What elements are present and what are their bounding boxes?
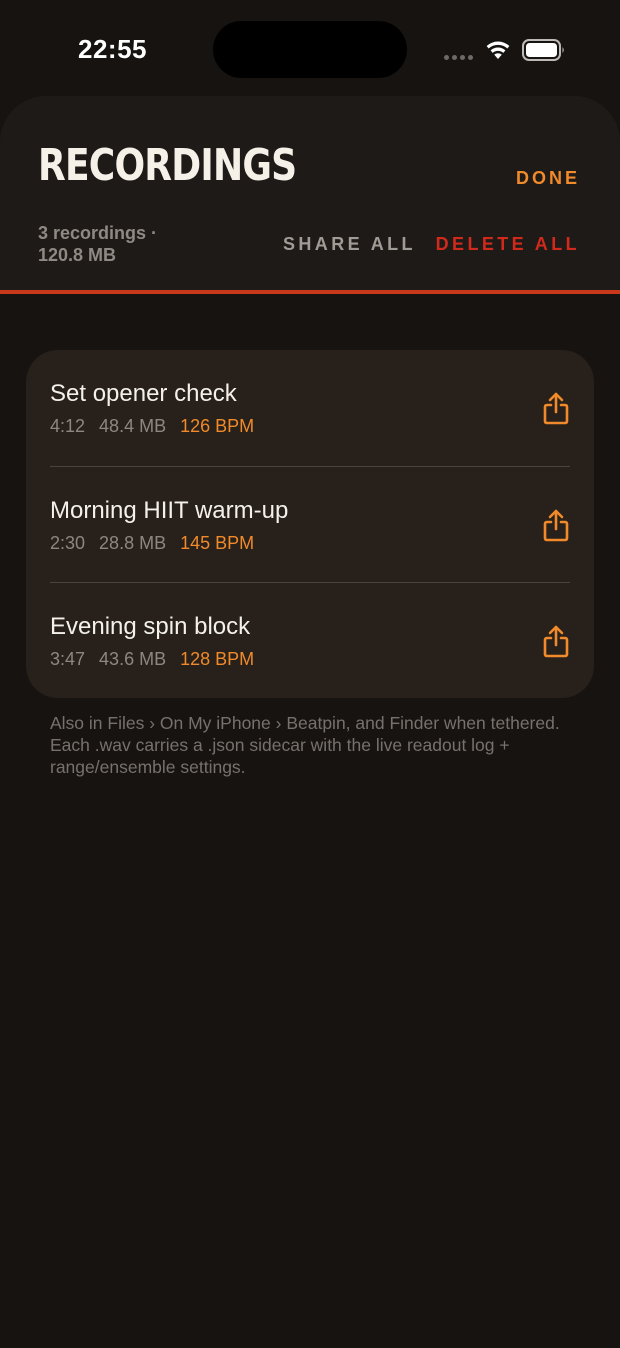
header-divider [0,290,620,294]
recording-meta: 4:12 48.4 MB 126 BPM [50,416,254,437]
share-icon[interactable] [542,625,570,659]
dynamic-island [213,21,407,78]
recording-size: 43.6 MB [99,649,167,669]
sheet-header: RECORDINGS DONE 3 recordings · 120.8 MB … [0,96,620,294]
recordings-list: Set opener check 4:12 48.4 MB 126 BPM Morn… [26,350,594,698]
recording-duration: 2:30 [50,533,86,553]
recording-size: 48.4 MB [99,416,167,436]
recordings-summary: 3 recordings · 120.8 MB [38,222,157,266]
status-time: 22:55 [78,34,147,64]
recording-bpm: 128 BPM [180,649,255,669]
recording-title: Set opener check [50,380,237,407]
summary-size: 120.8 MB [38,245,117,265]
recording-size: 28.8 MB [99,533,167,553]
cellular-signal-icon [444,55,473,60]
share-icon[interactable] [542,392,570,426]
summary-count: 3 recordings · [38,223,158,243]
share-icon[interactable] [542,509,570,543]
recording-title: Morning HIIT warm-up [50,497,289,524]
done-button[interactable]: DONE [516,168,580,189]
battery-icon [522,39,564,61]
recordings-screen: 22:55 RECORDINGS DONE 3 recordings · 120… [0,0,620,1348]
status-bar: 22:55 [0,0,620,96]
share-all-button[interactable]: SHARE ALL [283,234,416,255]
files-footnote: Also in Files › On My iPhone › Beatpin, … [50,713,560,777]
recordings-sheet: RECORDINGS DONE 3 recordings · 120.8 MB … [0,96,620,1348]
wifi-icon [486,41,510,59]
recording-duration: 3:47 [50,649,86,669]
recording-meta: 3:47 43.6 MB 128 BPM [50,649,254,670]
page-title: RECORDINGS [38,140,297,191]
list-item[interactable]: Evening spin block 3:47 43.6 MB 128 BPM [26,583,594,698]
delete-all-button[interactable]: DELETE ALL [436,234,580,255]
recording-bpm: 145 BPM [180,533,255,553]
recording-meta: 2:30 28.8 MB 145 BPM [50,533,254,554]
recording-duration: 4:12 [50,416,86,436]
recording-bpm: 126 BPM [180,416,255,436]
recording-title: Evening spin block [50,613,251,640]
list-item[interactable]: Set opener check 4:12 48.4 MB 126 BPM [26,350,594,466]
list-item[interactable]: Morning HIIT warm-up 2:30 28.8 MB 145 BPM [26,467,594,583]
